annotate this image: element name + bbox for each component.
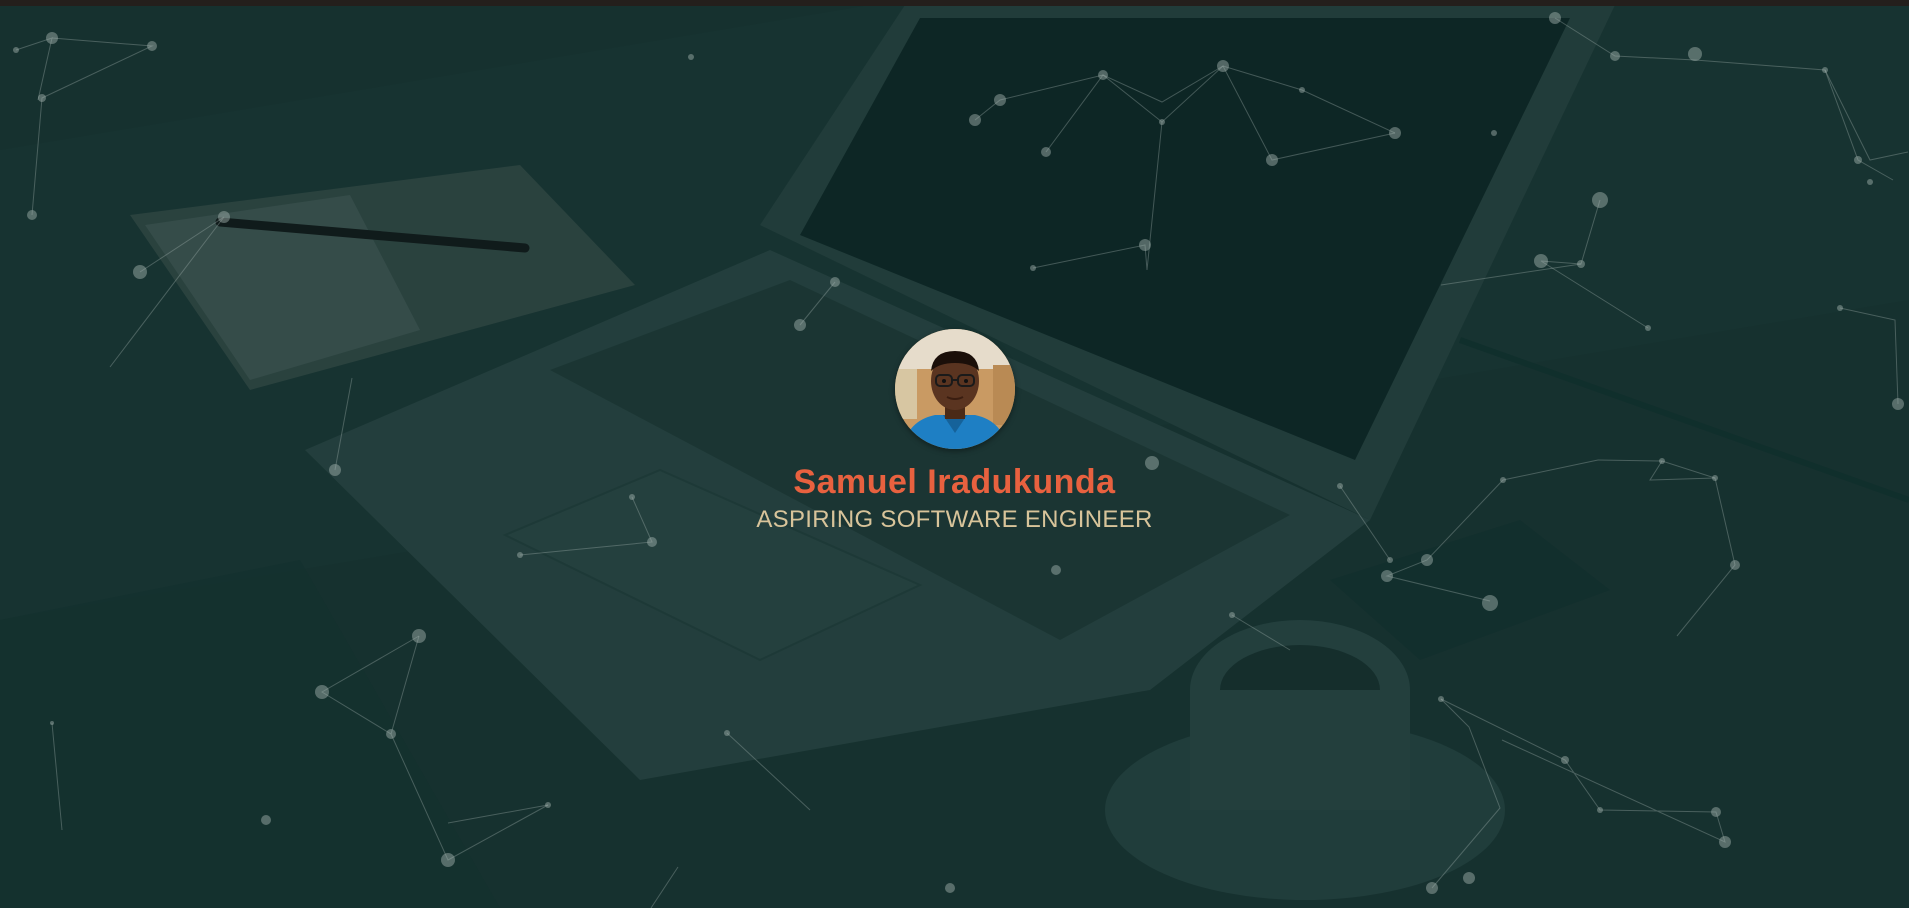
person-photo-icon xyxy=(894,329,1015,449)
hero-section: Samuel Iradukunda ASPIRING SOFTWARE ENGI… xyxy=(0,0,1909,908)
profile-title: ASPIRING SOFTWARE ENGINEER xyxy=(756,506,1153,533)
profile-name: Samuel Iradukunda xyxy=(793,463,1116,501)
profile-card: Samuel Iradukunda ASPIRING SOFTWARE ENGI… xyxy=(0,329,1909,534)
top-strip xyxy=(0,0,1909,6)
avatar xyxy=(894,329,1015,449)
